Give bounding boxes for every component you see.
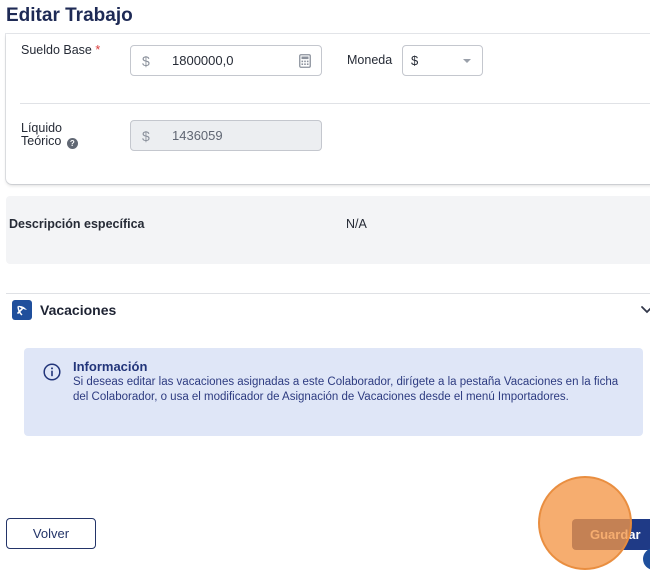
base-salary-input[interactable]: $ 1800000,0	[130, 45, 322, 76]
currency-label: Moneda	[347, 53, 393, 67]
description-label: Descripción específica	[9, 217, 145, 231]
description-card: Descripción específica N/A	[6, 196, 650, 264]
currency-selected-value: $	[411, 53, 419, 68]
net-salary-value: 1436059	[172, 128, 223, 143]
help-icon[interactable]: ?	[66, 138, 78, 149]
salary-card: Sueldo Base * $ 1800000,0 Moneda $ Líqui…	[6, 34, 650, 184]
help-chat-button[interactable]	[643, 548, 650, 570]
currency-select[interactable]: $	[402, 45, 483, 76]
chevron-down-icon[interactable]	[640, 304, 650, 316]
net-salary-label: Líquido Teórico ?	[21, 122, 78, 149]
card-divider	[20, 103, 650, 104]
info-text: Si deseas editar las vacaciones asignada…	[73, 376, 619, 403]
info-title: Información	[73, 359, 148, 374]
net-salary-currency-prefix: $	[142, 127, 150, 144]
required-mark: *	[95, 43, 101, 57]
section-divider	[6, 293, 650, 294]
description-value: N/A	[346, 217, 367, 231]
save-button[interactable]: Guardar	[572, 519, 650, 550]
chevron-down-icon	[463, 58, 471, 63]
base-salary-label: Sueldo Base *	[21, 43, 101, 57]
umbrella-icon	[12, 300, 32, 320]
back-button[interactable]: Volver	[6, 518, 96, 549]
net-salary-input: $ 1436059	[130, 120, 322, 151]
page-title: Editar Trabajo	[6, 5, 133, 26]
info-icon	[43, 363, 61, 381]
base-salary-currency-prefix: $	[142, 52, 150, 69]
info-alert: Información Si deseas editar las vacacio…	[24, 348, 643, 436]
calculator-icon[interactable]	[299, 53, 311, 68]
base-salary-value: 1800000,0	[172, 53, 234, 68]
vacations-section-title[interactable]: Vacaciones	[40, 302, 116, 318]
